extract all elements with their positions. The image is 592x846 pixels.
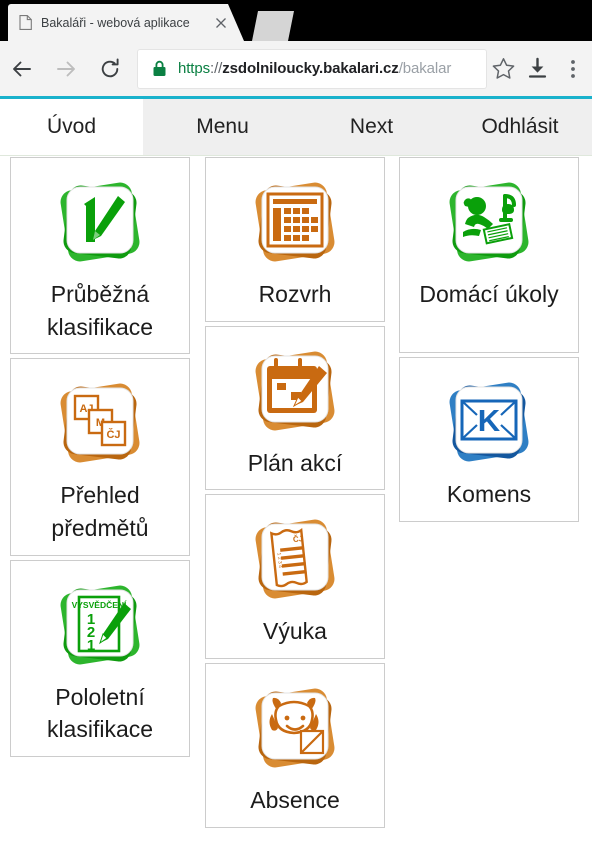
download-icon[interactable] <box>520 52 554 86</box>
tile-label: Domácí úkoly <box>419 281 559 307</box>
tab-uvod-label: Úvod <box>46 115 97 138</box>
new-tab-placeholder[interactable] <box>252 11 294 41</box>
app-navbar: Úvod Menu Next Odhlásit <box>0 99 592 156</box>
tile-vyuka[interactable]: ČJ 1 2 3 4 Výuka <box>205 494 385 659</box>
svg-text:K: K <box>478 403 501 438</box>
grid-column-3: Domácí úkoly K Komens <box>399 157 579 526</box>
svg-text:VYSVĚDČENÍ: VYSVĚDČENÍ <box>72 599 127 610</box>
tile-label: Průběžná klasifikace <box>46 281 154 340</box>
svg-text:ČJ: ČJ <box>106 428 120 441</box>
browser-tab[interactable]: Bakaláři - webová aplikace <box>8 4 244 41</box>
url-scheme: https <box>178 60 211 77</box>
grid-column-2: Rozvrh Plán akcí ČJ 1 2 3 4 Výuka Absenc… <box>205 157 385 832</box>
web-page: Úvod Menu Next Odhlásit Průběžná klasifi… <box>0 96 592 846</box>
browser-toolbar: https://zsdolniloucky.bakalari.cz/bakala… <box>0 41 592 96</box>
tile-prubezna-klasifikace[interactable]: Průběžná klasifikace <box>10 157 190 355</box>
tile-label: Pololetní klasifikace <box>46 683 154 743</box>
report-card-icon: VYSVĚDČENÍ 1 2 1 <box>48 573 152 677</box>
tile-domaci-ukoly[interactable]: Domácí úkoly <box>399 157 579 353</box>
svg-text:ČJ: ČJ <box>293 534 304 544</box>
timetable-icon <box>243 170 347 274</box>
tab-menu[interactable]: Menu <box>150 99 295 155</box>
calendar-pencil-icon <box>243 339 347 443</box>
lesson-document-icon: ČJ 1 2 3 4 <box>243 507 347 611</box>
tab-next[interactable]: Next <box>300 99 443 155</box>
browser-tab-title: Bakaláři - webová aplikace <box>41 15 190 30</box>
star-icon[interactable] <box>486 52 520 86</box>
tile-plan-akci[interactable]: Plán akcí <box>205 325 385 491</box>
tab-menu-label: Menu <box>196 115 249 138</box>
address-bar[interactable]: https://zsdolniloucky.bakalari.cz/bakala… <box>138 49 486 88</box>
grid-column-1: Průběžná klasifikace AJ M ČJ Přehled pře… <box>10 157 190 761</box>
module-grid: Průběžná klasifikace AJ M ČJ Přehled pře… <box>0 157 592 846</box>
tab-next-label: Next <box>349 115 394 138</box>
subject-cards-icon: AJ M ČJ <box>48 371 152 475</box>
lock-icon <box>152 60 167 77</box>
browser-chrome: Bakaláři - webová aplikace https://zsdol… <box>0 0 592 96</box>
grade-one-pencil-icon <box>48 170 152 274</box>
close-icon[interactable] <box>212 14 230 32</box>
url-path: /bakalar <box>398 60 452 77</box>
tile-label: Přehled předmětů <box>51 482 149 541</box>
tile-label: Plán akcí <box>247 449 343 476</box>
pupil-face-icon <box>243 676 347 780</box>
homework-desk-icon <box>437 170 541 274</box>
browser-tabstrip: Bakaláři - webová aplikace <box>0 0 592 41</box>
tile-rozvrh[interactable]: Rozvrh <box>205 157 385 322</box>
tile-prehled-predmetu[interactable]: AJ M ČJ Přehled předmětů <box>10 358 190 556</box>
url-host: zsdolniloucky.bakalari.cz <box>222 60 399 77</box>
svg-text:1: 1 <box>87 637 95 654</box>
url-separator: :// <box>210 60 223 77</box>
tab-uvod[interactable]: Úvod <box>0 99 143 155</box>
tile-label: Komens <box>446 481 532 507</box>
page-icon <box>19 15 32 30</box>
tile-pololetni-klasifikace[interactable]: VYSVĚDČENÍ 1 2 1 Pololetní klasifikace <box>10 559 190 757</box>
three-dot-menu-icon[interactable] <box>554 47 592 91</box>
tile-absence[interactable]: Absence <box>205 662 385 828</box>
tile-label: Absence <box>250 786 340 813</box>
envelope-k-icon: K <box>437 370 541 474</box>
forward-arrow-icon[interactable] <box>44 47 88 91</box>
reload-icon[interactable] <box>88 47 132 91</box>
tile-komens[interactable]: K Komens <box>399 357 579 522</box>
url-text: https://zsdolniloucky.bakalari.cz/bakala… <box>178 60 482 77</box>
tile-label: Rozvrh <box>258 281 332 307</box>
tile-label: Výuka <box>263 618 327 645</box>
tab-odhlasit-label: Odhlásit <box>481 115 559 138</box>
tab-odhlasit[interactable]: Odhlásit <box>448 99 592 155</box>
back-arrow-icon[interactable] <box>0 47 44 91</box>
